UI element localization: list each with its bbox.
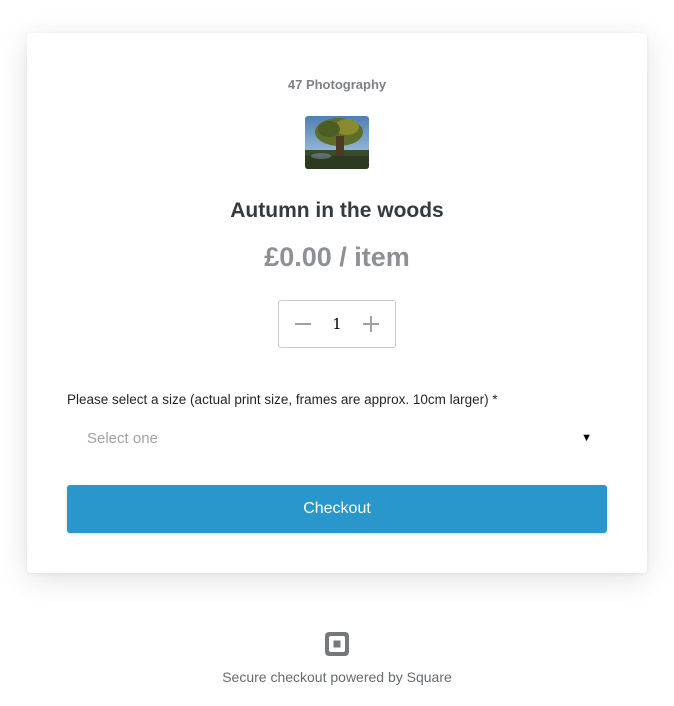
minus-icon[interactable] [293,314,313,334]
plus-icon[interactable] [361,314,381,334]
quantity-input[interactable] [317,315,357,333]
size-select[interactable]: Select one ▼ [67,422,607,454]
checkout-card: 47 Photography Autumn in the woods £0.00… [27,33,647,573]
footer-text: Secure checkout powered by Square [222,669,452,685]
size-select-placeholder: Select one [87,429,158,447]
merchant-name: 47 Photography [287,77,387,92]
checkout-button[interactable]: Checkout [67,485,607,533]
quantity-stepper [278,300,396,348]
product-title: Autumn in the woods [230,199,444,222]
product-image [305,116,369,169]
product-price: £0.00 / item [264,242,410,272]
square-logo-icon [325,632,349,656]
size-select-label: Please select a size (actual print size,… [67,392,498,407]
dropdown-arrow-icon: ▼ [581,432,592,444]
